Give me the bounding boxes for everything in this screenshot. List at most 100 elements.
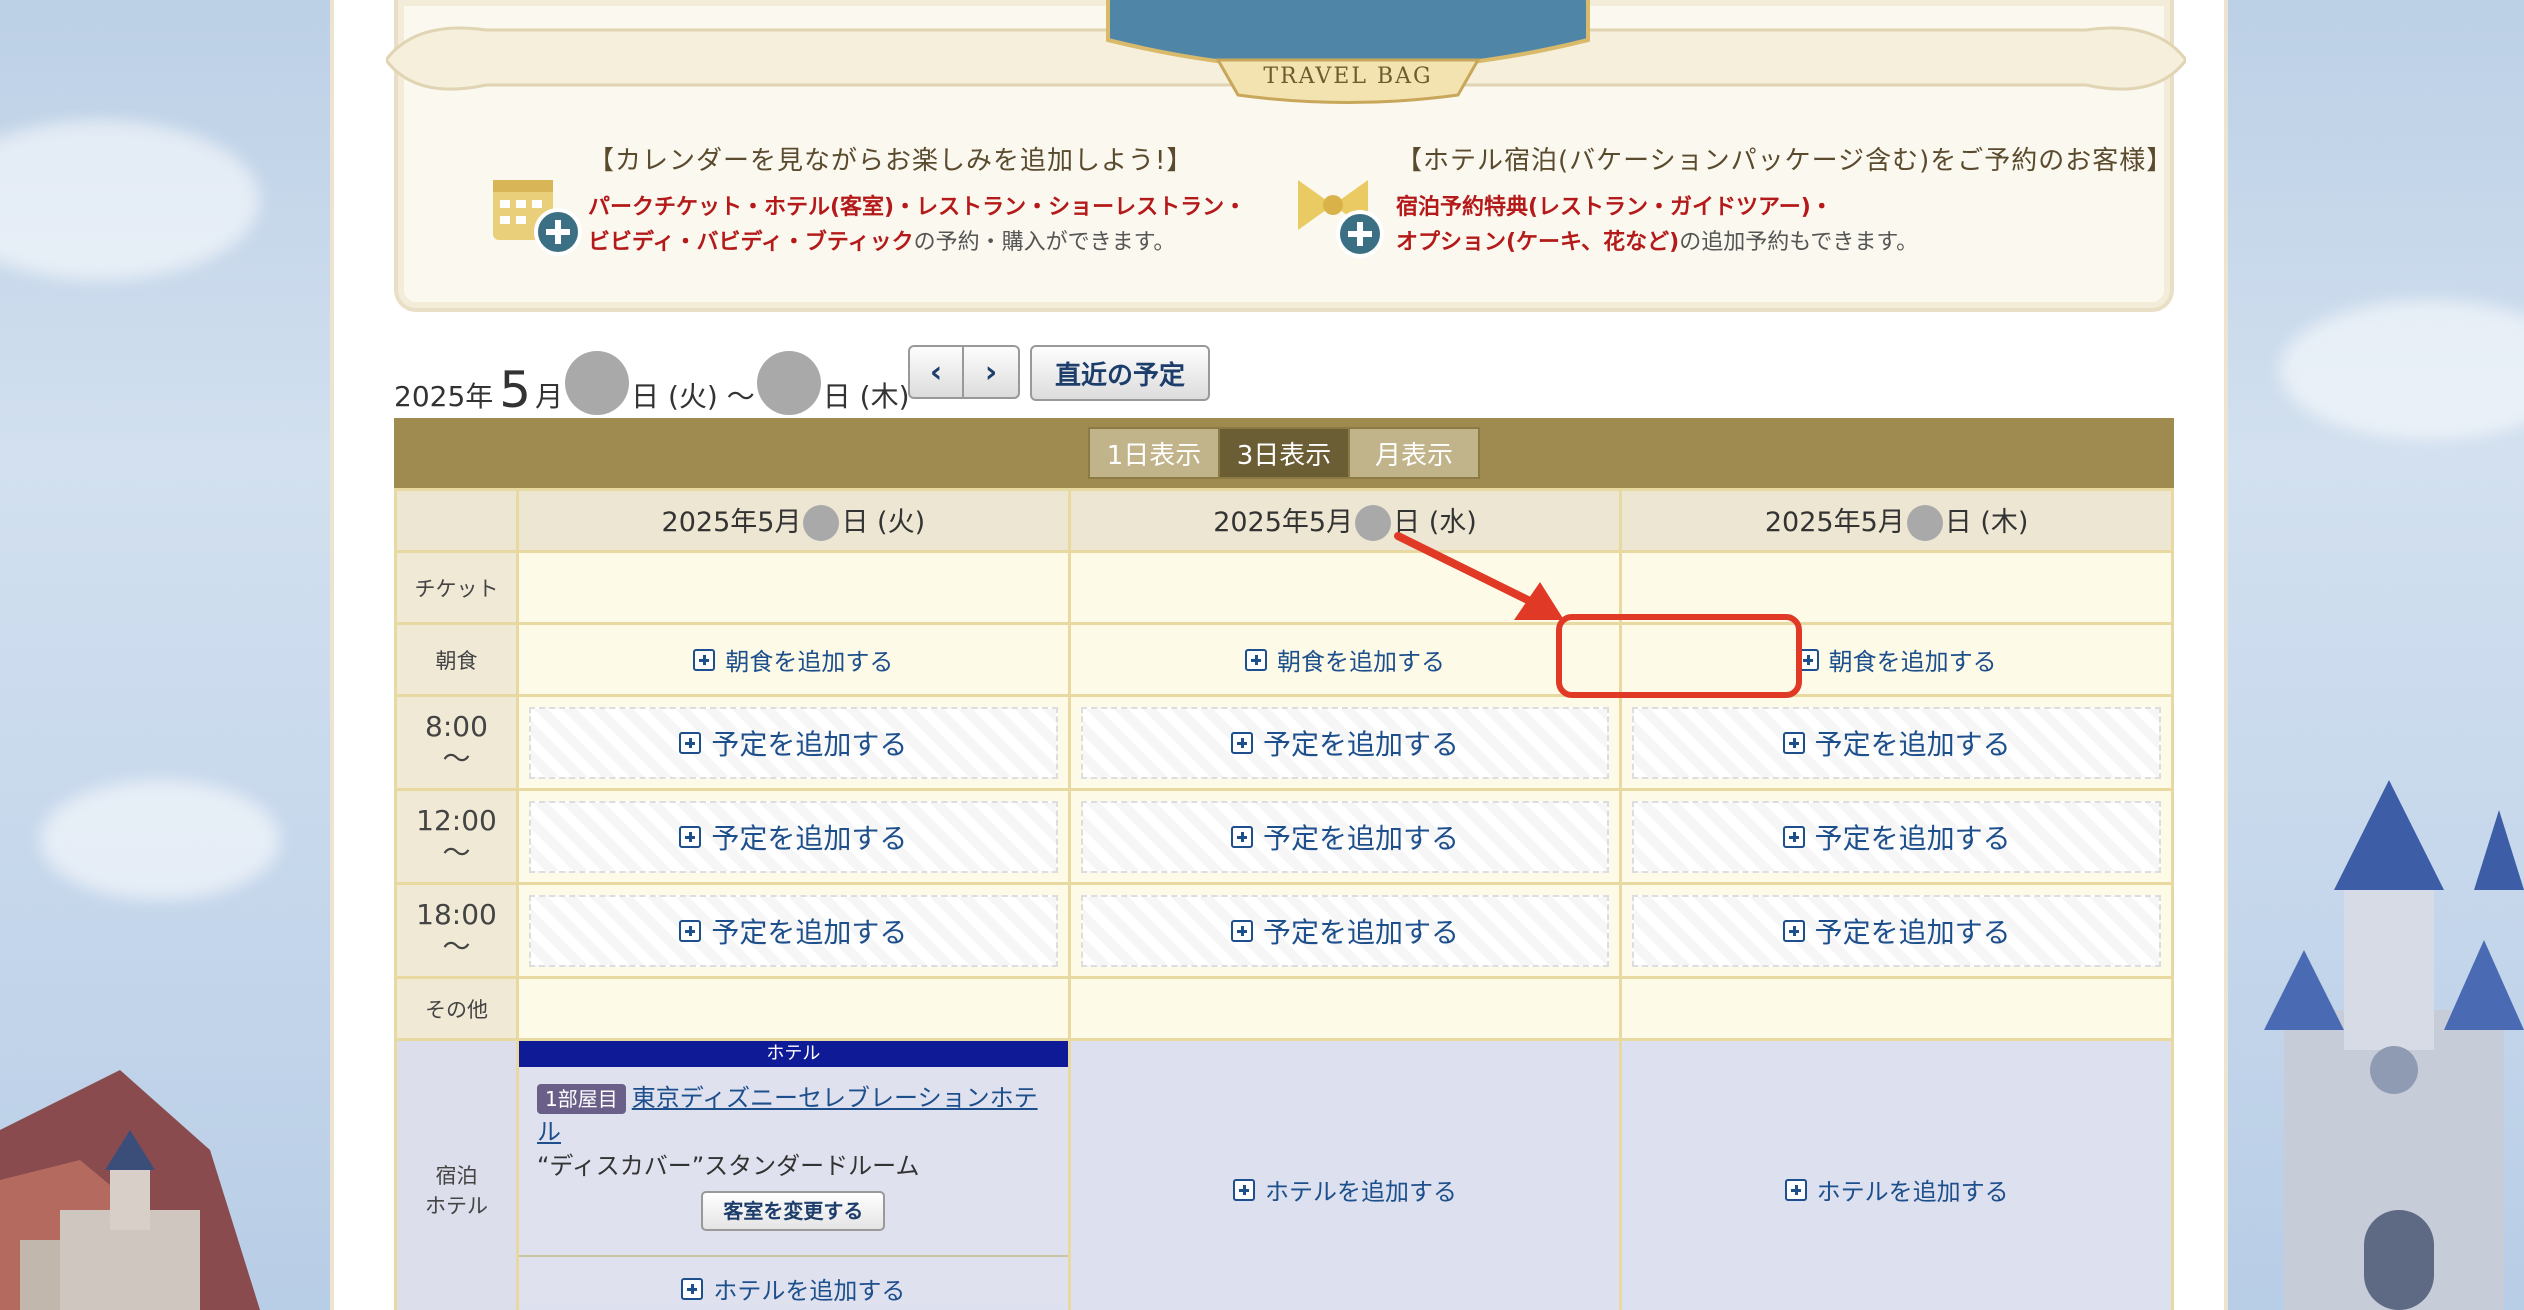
other-cell (1067, 976, 1623, 1041)
ticket-cell (1619, 550, 2174, 625)
column-header-day3: 2025年5月日 (木) (1619, 488, 2174, 553)
redacted-date (756, 351, 821, 415)
row-ticket: チケット (394, 550, 2174, 625)
banner-left-line2-rest: の予約・購入ができます。 (913, 230, 1176, 255)
cloud-decoration (2280, 300, 2524, 440)
redacted-date (565, 351, 630, 415)
room-type: “ディスカバー”スタンダードルーム (537, 1152, 920, 1180)
add-hotel-link[interactable]: ホテルを追加する (681, 1271, 905, 1306)
cloud-decoration (0, 120, 260, 280)
tab-1-day[interactable]: 1日表示 (1088, 427, 1220, 479)
add-plan-slot[interactable]: 予定を追加する (529, 894, 1058, 967)
add-hotel-link[interactable]: ホテルを追加する (1232, 1172, 1457, 1207)
ribbon-add-icon (1298, 180, 1384, 258)
plus-icon (1244, 648, 1267, 671)
date-range-header: 2025年 5 月 日 (火) 〜 日 (木) (394, 345, 910, 415)
add-plan-slot[interactable]: 予定を追加する (1080, 800, 1610, 873)
hotel-cell-day1: ホテル 1部屋目 東京ディズニーセレブレーションホテル “ディスカバー”スタンダー… (516, 1038, 1071, 1310)
castle-illustration-left (0, 1070, 260, 1310)
add-plan-slot[interactable]: 予定を追加する (1080, 706, 1610, 779)
column-header-day1: 2025年5月日 (火) (516, 488, 1071, 553)
view-toggle-bar: 1日表示 3日表示 月表示 (394, 418, 2174, 488)
row-label-6pm: 18:00 〜 (394, 882, 519, 979)
next-button[interactable]: › (964, 345, 1020, 399)
travel-bag-title-badge: TRAVEL BAG (1088, 0, 1608, 120)
add-plan-slot[interactable]: 予定を追加する (529, 706, 1058, 779)
date-year: 2025年 (394, 380, 494, 413)
row-8am: 8:00 〜 予定を追加する 予定を追加する 予定を追加する (394, 694, 2174, 791)
main-content: TRAVEL BAG 【カレンダーを見ながらお楽しみを追加しよう!】 パークチケ… (330, 0, 2228, 1310)
plus-icon (1232, 1178, 1255, 1201)
banner-right-line2-rest: の追加予約もできます。 (1679, 230, 1919, 255)
add-plan-slot[interactable]: 予定を追加する (1632, 706, 2161, 779)
date-month: 5 (499, 361, 532, 419)
row-hotel: 宿泊 ホテル ホテル 1部屋目 東京ディズニーセレブレーションホテル “ディスカバー… (394, 1038, 2174, 1310)
row-label-12pm: 12:00 〜 (394, 788, 519, 885)
plus-icon (679, 731, 702, 754)
add-breakfast-link[interactable]: 朝食を追加する (1244, 642, 1445, 677)
plus-icon (1230, 731, 1253, 754)
add-breakfast-link[interactable]: 朝食を追加する (693, 642, 893, 677)
highlight-box-annotation (1556, 614, 1802, 698)
row-label-8am: 8:00 〜 (394, 694, 519, 791)
plus-icon (679, 825, 702, 848)
banner-right-text: 【ホテル宿泊(バケーションパッケージ含む)をご予約のお客様】 宿泊予約特典(レス… (1396, 140, 2174, 257)
banner-right-line1: 宿泊予約特典(レストラン・ガイドツアー)・ (1396, 195, 1833, 220)
tab-month[interactable]: 月表示 (1348, 427, 1480, 479)
redacted-date (1355, 505, 1392, 542)
plus-icon (679, 919, 702, 942)
cloud-decoration (40, 780, 280, 900)
date-start-suffix: 日 (火) 〜 (631, 380, 755, 413)
row-other: その他 (394, 976, 2174, 1041)
plus-icon (681, 1277, 704, 1300)
other-cell (1619, 976, 2174, 1041)
ticket-cell (516, 550, 1071, 625)
plus-icon (1230, 919, 1253, 942)
date-nav: ‹ › (908, 345, 1020, 399)
hotel-reservation-card: ホテル 1部屋目 東京ディズニーセレブレーションホテル “ディスカバー”スタンダー… (519, 1041, 1068, 1306)
plus-icon (1782, 731, 1805, 754)
plus-icon (1782, 919, 1805, 942)
banner-left-text: 【カレンダーを見ながらお楽しみを追加しよう!】 パークチケット・ホテル(客室)・… (588, 140, 1246, 257)
date-end-suffix: 日 (木) (822, 380, 910, 413)
travel-bag-banner: TRAVEL BAG 【カレンダーを見ながらお楽しみを追加しよう!】 パークチケ… (386, 0, 2186, 312)
row-label-other: その他 (394, 976, 519, 1041)
add-plan-slot[interactable]: 予定を追加する (1080, 894, 1610, 967)
redacted-date (803, 505, 840, 542)
change-room-button[interactable]: 客室を変更する (701, 1191, 886, 1231)
castle-illustration-right (2264, 780, 2524, 1310)
banner-right-line2-red: オプション(ケーキ、花など) (1396, 230, 1680, 255)
travel-bag-label: TRAVEL BAG (1263, 64, 1433, 89)
plus-icon (693, 648, 716, 671)
banner-left-heading: 【カレンダーを見ながらお楽しみを追加しよう!】 (588, 146, 1194, 176)
add-breakfast-link[interactable]: 朝食を追加する (1796, 642, 1997, 677)
banner-left-line1: パークチケット・ホテル(客室)・レストラン・ショーレストラン・ (588, 195, 1247, 220)
prev-button[interactable]: ‹ (908, 345, 964, 399)
add-plan-slot[interactable]: 予定を追加する (1632, 800, 2161, 873)
redacted-date (1906, 505, 1943, 542)
row-12pm: 12:00 〜 予定を追加する 予定を追加する 予定を追加する (394, 788, 2174, 885)
add-plan-slot[interactable]: 予定を追加する (529, 800, 1058, 873)
room-tag: 1部屋目 (537, 1084, 626, 1114)
hotel-strip: ホテル (519, 1041, 1068, 1067)
hotel-cell-day2: ホテルを追加する (1067, 1038, 1623, 1310)
banner-left-line2-red: ビビディ・バビディ・ブティック (588, 230, 914, 255)
plus-icon (1230, 825, 1253, 848)
row-label-hotel: 宿泊 ホテル (394, 1038, 519, 1310)
plus-icon (1782, 825, 1805, 848)
add-plan-slot[interactable]: 予定を追加する (1632, 894, 2161, 967)
calendar-table: 2025年5月日 (火) 2025年5月日 (水) 2025年5月日 (木) チ… (394, 488, 2174, 1310)
row-label-breakfast: 朝食 (394, 622, 519, 697)
banner-right-heading: 【ホテル宿泊(バケーションパッケージ含む)をご予約のお客様】 (1396, 146, 2174, 176)
hotel-cell-day3: ホテルを追加する (1619, 1038, 2174, 1310)
date-month-suffix: 月 (535, 380, 564, 413)
row-6pm: 18:00 〜 予定を追加する 予定を追加する 予定を追加する (394, 882, 2174, 979)
row-breakfast: 朝食 朝食を追加する 朝食を追加する 朝食を追加する (394, 622, 2174, 697)
recent-plans-button[interactable]: 直近の予定 (1030, 345, 1210, 401)
plus-icon (1784, 1178, 1807, 1201)
add-hotel-link[interactable]: ホテルを追加する (1784, 1172, 2009, 1207)
red-arrow-annotation (1394, 532, 1564, 620)
tab-3-day[interactable]: 3日表示 (1218, 427, 1350, 479)
other-cell (516, 976, 1071, 1041)
calendar-add-icon (493, 180, 582, 256)
